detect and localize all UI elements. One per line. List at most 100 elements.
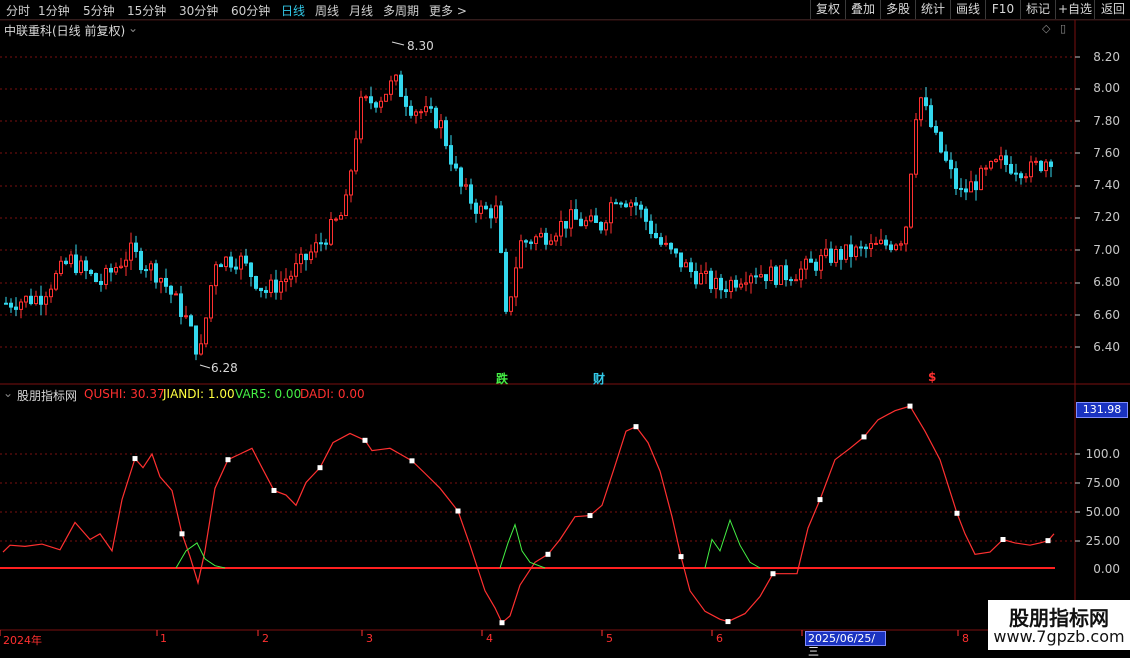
qushi-marker: [1045, 538, 1051, 544]
cursor-date-box: 2025/06/25/三: [805, 631, 886, 658]
candle-body: [509, 296, 513, 312]
candle-body: [384, 93, 388, 102]
candle-body: [59, 260, 63, 275]
qushi-marker: [633, 424, 639, 430]
candle-body: [914, 119, 918, 175]
qushi-marker: [907, 403, 913, 409]
candle-body: [219, 264, 223, 268]
panel-toggle-icon[interactable]: ▯: [1060, 22, 1066, 35]
candle-body: [114, 266, 118, 273]
candle-body: [389, 80, 393, 95]
candle-body: [1019, 173, 1023, 179]
time-label: 2024年: [3, 634, 42, 647]
time-label: 8: [962, 632, 969, 645]
candle-body: [1029, 161, 1033, 178]
candle-body: [694, 270, 698, 285]
candle-body: [89, 269, 93, 275]
diamond-icon[interactable]: ◇: [1042, 22, 1050, 35]
candle-body: [1034, 160, 1038, 163]
high-pointer: [391, 41, 405, 46]
candle-body: [299, 253, 303, 265]
watermark-url: www.7gpzb.com: [993, 627, 1125, 646]
candle-body: [539, 232, 543, 238]
event-marker-drop[interactable]: 跌: [496, 370, 508, 387]
candle-body: [589, 215, 593, 222]
indicator-dadi: DADI: 0.00: [300, 387, 365, 401]
candle-body: [569, 209, 573, 229]
candle-body: [69, 254, 73, 265]
candle-body: [274, 279, 278, 293]
candle-body: [94, 273, 98, 283]
candle-body: [374, 102, 378, 108]
candle-body: [739, 283, 743, 288]
qushi-marker: [545, 551, 551, 557]
chart-canvas[interactable]: [0, 0, 1130, 650]
candle-body: [1004, 155, 1008, 165]
candle-body: [214, 264, 218, 287]
low-pointer: [199, 364, 211, 369]
candle-body: [764, 274, 768, 282]
candle-body: [204, 317, 208, 345]
candle-body: [479, 205, 483, 214]
candle-body: [159, 277, 163, 283]
candle-body: [149, 263, 153, 271]
candle-body: [309, 251, 313, 261]
candle-body: [679, 252, 683, 268]
candle-body: [699, 272, 703, 285]
candle-body: [334, 218, 338, 221]
candle-body: [279, 281, 283, 293]
indicator-tick: 100.0: [1085, 447, 1120, 461]
candle-body: [54, 273, 58, 290]
low-price-label: 6.28: [211, 361, 238, 375]
qushi-marker: [725, 619, 731, 625]
candle-body: [994, 159, 998, 162]
candle-body: [379, 100, 383, 108]
candle-body: [484, 205, 488, 210]
candle-body: [669, 242, 673, 250]
candle-body: [869, 243, 873, 250]
candle-body: [209, 285, 213, 319]
candle-body: [544, 232, 548, 245]
candle-body: [224, 256, 228, 268]
candle-body: [124, 259, 128, 267]
candle-body: [949, 159, 953, 170]
price-tick: 8.00: [1093, 81, 1120, 95]
candle-body: [864, 246, 868, 250]
price-tick: 8.20: [1093, 50, 1120, 64]
candle-body: [534, 236, 538, 244]
event-marker-finance[interactable]: 财: [593, 370, 605, 387]
candle-body: [804, 258, 808, 270]
candle-body: [909, 173, 913, 228]
candle-body: [4, 302, 8, 305]
candle-body: [174, 293, 178, 296]
qushi-marker: [1000, 537, 1006, 542]
candle-body: [724, 289, 728, 293]
candle-body: [429, 106, 433, 109]
candle-body: [574, 209, 578, 220]
indicator-menu-icon[interactable]: ⌄: [3, 386, 13, 400]
candle-body: [774, 266, 778, 285]
price-tick: 6.40: [1093, 340, 1120, 354]
candle-body: [754, 275, 758, 278]
qushi-marker: [317, 465, 323, 471]
candle-body: [954, 168, 958, 189]
var5-line: [704, 518, 761, 569]
candle-body: [779, 265, 783, 285]
candle-body: [634, 202, 638, 206]
time-label: 4: [486, 632, 493, 645]
indicator-qushi: QUSHI: 30.37: [84, 387, 165, 401]
candle-body: [579, 218, 583, 227]
qushi-marker: [587, 513, 593, 519]
qushi-marker: [499, 620, 505, 626]
candle-body: [819, 255, 823, 271]
candle-body: [659, 237, 663, 245]
candle-body: [649, 220, 653, 234]
event-marker-dollar[interactable]: $: [928, 370, 936, 384]
chevron-down-icon[interactable]: ⌄: [128, 21, 138, 35]
indicator-name: 股朋指标网: [17, 389, 78, 403]
candle-body: [799, 268, 803, 281]
candle-body: [399, 74, 403, 97]
candle-body: [964, 188, 968, 193]
candle-body: [489, 208, 493, 219]
candle-body: [759, 274, 763, 278]
